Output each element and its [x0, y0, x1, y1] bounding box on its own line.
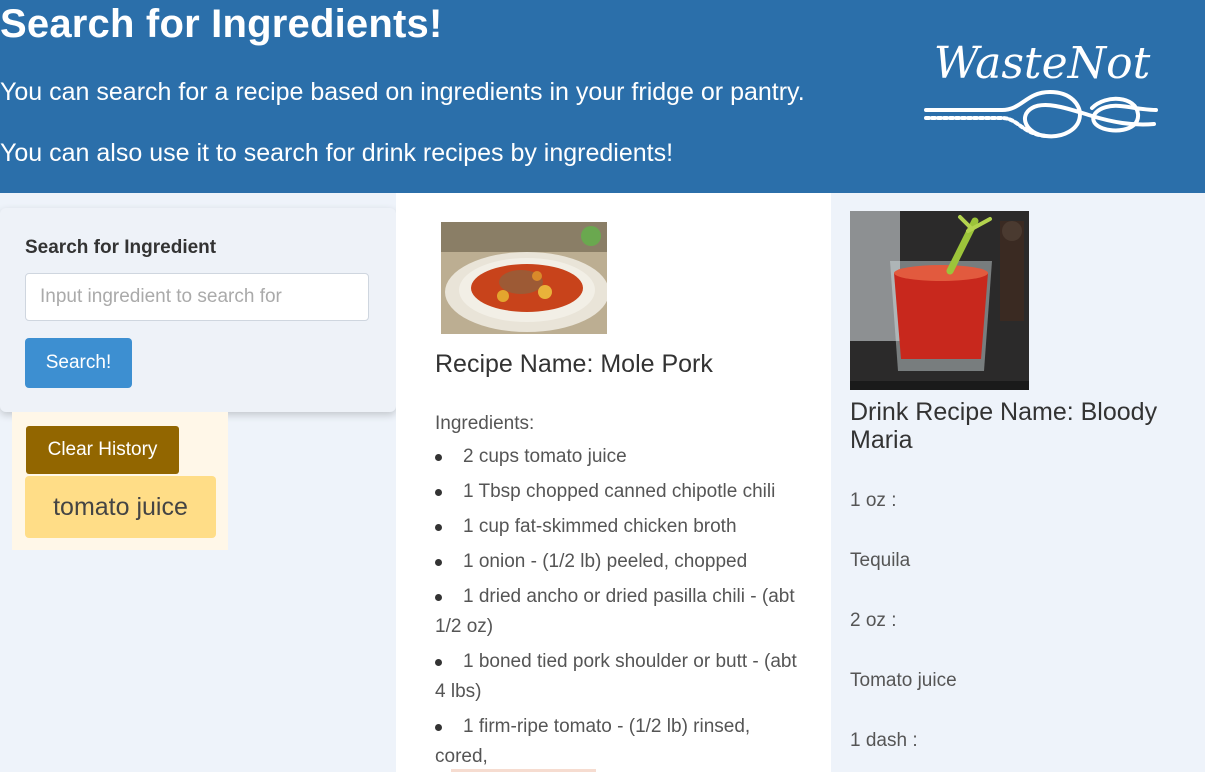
list-item: 1 cup fat-skimmed chicken broth	[435, 512, 805, 542]
recipe-name: Recipe Name: Mole Pork	[435, 350, 713, 378]
drink-panel: Drink Recipe Name: Bloody Maria 1 oz : T…	[831, 193, 1205, 772]
search-label: Search for Ingredient	[25, 237, 217, 258]
food-photo	[441, 222, 607, 334]
clear-history-button[interactable]: Clear History	[26, 426, 179, 474]
recipe-panel: Recipe Name: Mole Pork Ingredients: 2 cu…	[396, 193, 831, 772]
list-item: 1 Tbsp chopped canned chipotle chili	[435, 477, 805, 507]
drink-ingredient-2: Tomato juice	[850, 670, 957, 691]
list-item: 1 dried ancho or dried pasilla chili - (…	[435, 582, 805, 642]
drink-name: Drink Recipe Name: Bloody Maria	[850, 398, 1158, 454]
list-item: 1 onion - (1/2 lb) peeled, chopped	[435, 547, 805, 577]
wastenot-logo: WasteNot	[914, 38, 1170, 148]
search-history: Clear History tomato juice	[12, 412, 228, 550]
list-item: 1 firm-ripe tomato - (1/2 lb) rinsed, co…	[435, 712, 805, 772]
drink-ingredient-1: Tequila	[850, 550, 911, 571]
drink-measure-2: 2 oz :	[850, 610, 897, 631]
rope-knot-icon	[924, 89, 1158, 139]
page-title: Search for Ingredients!	[0, 2, 443, 46]
search-button[interactable]: Search!	[25, 338, 132, 388]
ingredients-label: Ingredients:	[435, 413, 535, 434]
history-item[interactable]: tomato juice	[25, 476, 216, 538]
list-item: 2 cups tomato juice	[435, 442, 805, 472]
drink-measure-3: 1 dash :	[850, 730, 918, 751]
logo-wordmark: WasteNot	[933, 38, 1151, 89]
search-card: Search for Ingredient Search!	[0, 208, 396, 412]
header-description-1: You can search for a recipe based on ing…	[0, 78, 805, 106]
drink-photo	[850, 211, 1029, 390]
search-input[interactable]	[25, 273, 369, 321]
page-header: Search for Ingredients! You can search f…	[0, 0, 1205, 193]
ingredients-list: 2 cups tomato juice 1 Tbsp chopped canne…	[435, 442, 805, 772]
drink-measure-1: 1 oz :	[850, 490, 897, 511]
list-item: 1 boned tied pork shoulder or butt - (ab…	[435, 647, 805, 707]
header-description-2: You can also use it to search for drink …	[0, 139, 674, 167]
